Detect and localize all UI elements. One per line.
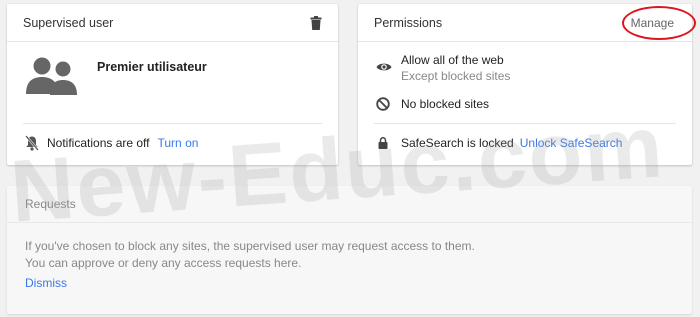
allow-title: Allow all of the web: [401, 53, 504, 67]
safesearch-text: SafeSearch is locked: [401, 136, 514, 150]
unlock-safesearch-link[interactable]: Unlock SafeSearch: [520, 136, 623, 150]
supervised-user-card: Supervised user Premier utilisateur Noti…: [7, 4, 338, 165]
manage-button[interactable]: Manage: [631, 16, 674, 30]
notifications-text: Notifications are off: [47, 136, 150, 150]
lock-icon: [378, 137, 388, 149]
safesearch-row: SafeSearch is locked Unlock SafeSearch: [378, 136, 622, 150]
allow-subtitle: Except blocked sites: [401, 69, 511, 83]
bell-off-icon: [25, 135, 39, 151]
requests-title: Requests: [25, 197, 76, 211]
permissions-card: Permissions Manage Allow all of the web …: [358, 4, 696, 165]
dismiss-link[interactable]: Dismiss: [25, 276, 67, 290]
requests-card: Requests If you've chosen to block any s…: [7, 186, 692, 314]
user-row: [25, 56, 79, 96]
requests-line-2: You can approve or deny any access reque…: [25, 256, 302, 270]
eye-icon: [376, 61, 392, 73]
notifications-row: Notifications are off Turn on: [25, 135, 198, 151]
user-name: Premier utilisateur: [97, 60, 207, 74]
turn-on-link[interactable]: Turn on: [158, 136, 199, 150]
supervised-user-header: Supervised user: [7, 4, 338, 42]
supervised-user-title: Supervised user: [23, 15, 114, 30]
no-blocked-text: No blocked sites: [401, 97, 490, 111]
requests-line-1: If you've chosen to block any sites, the…: [25, 239, 475, 253]
block-row: [376, 97, 390, 111]
divider: [374, 123, 676, 124]
permissions-title: Permissions: [374, 15, 443, 30]
permissions-header: Permissions Manage: [358, 4, 696, 42]
users-icon: [25, 56, 79, 96]
block-icon: [376, 97, 390, 111]
eye-row: [376, 61, 392, 73]
trash-icon[interactable]: [310, 15, 322, 30]
divider: [23, 123, 322, 124]
divider: [7, 222, 692, 223]
